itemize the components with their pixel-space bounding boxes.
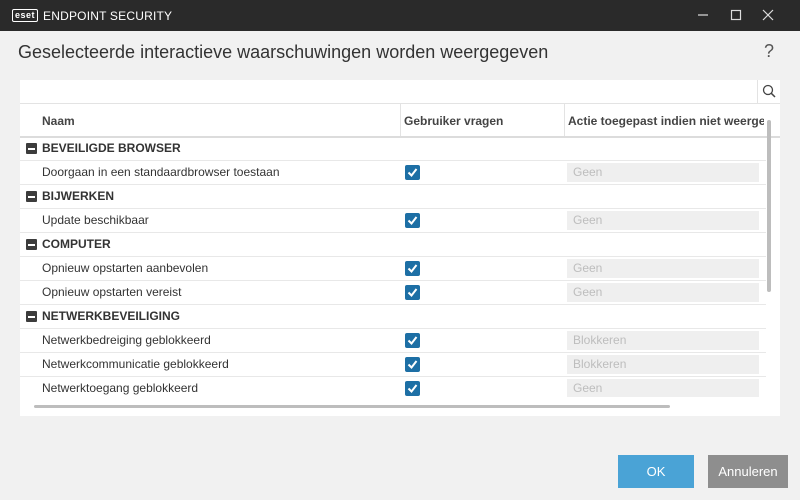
ask-user-checkbox[interactable] xyxy=(405,381,420,396)
search-input[interactable] xyxy=(20,80,780,104)
search-icon[interactable] xyxy=(757,80,780,103)
help-icon[interactable]: ? xyxy=(764,41,774,62)
table-header: Naam Gebruiker vragen Actie toegepast in… xyxy=(20,104,780,138)
table-row: Doorgaan in een standaardbrowser toestaa… xyxy=(20,161,766,185)
horizontal-scrollbar[interactable] xyxy=(34,405,670,408)
ask-user-checkbox[interactable] xyxy=(405,357,420,372)
title-bar: eset ENDPOINT SECURITY xyxy=(0,0,800,31)
action-dropdown[interactable]: Blokkeren xyxy=(567,331,759,350)
action-dropdown[interactable]: Geen xyxy=(567,379,759,397)
close-icon[interactable] xyxy=(756,4,780,28)
alert-name: Opnieuw opstarten aanbevolen xyxy=(42,261,209,275)
group-row[interactable]: BIJWERKEN xyxy=(20,185,766,209)
action-dropdown[interactable]: Geen xyxy=(567,211,759,230)
cancel-button[interactable]: Annuleren xyxy=(708,455,788,488)
table-body: BEVEILIGDE BROWSER Doorgaan in een stand… xyxy=(20,137,766,397)
group-label: BIJWERKEN xyxy=(42,189,115,203)
group-label: BEVEILIGDE BROWSER xyxy=(42,141,181,155)
action-dropdown[interactable]: Geen xyxy=(567,163,759,182)
group-row[interactable]: NETWERKBEVEILIGING xyxy=(20,305,766,329)
ok-button[interactable]: OK xyxy=(618,455,694,488)
table-row: Update beschikbaar Geen xyxy=(20,209,766,233)
ask-user-checkbox[interactable] xyxy=(405,165,420,180)
maximize-icon[interactable] xyxy=(724,4,748,28)
table-row: Opnieuw opstarten aanbevolen Geen xyxy=(20,257,766,281)
alert-name: Netwerktoegang geblokkeerd xyxy=(42,381,199,395)
table-row: Netwerkbedreiging geblokkeerd Blokkeren xyxy=(20,329,766,353)
ask-user-checkbox[interactable] xyxy=(405,285,420,300)
ask-user-checkbox[interactable] xyxy=(405,213,420,228)
column-header-action[interactable]: Actie toegepast indien niet weergegeven xyxy=(564,104,764,136)
alert-name: Opnieuw opstarten vereist xyxy=(42,285,182,299)
ask-user-checkbox[interactable] xyxy=(405,333,420,348)
vertical-scrollbar[interactable] xyxy=(767,120,771,292)
group-row[interactable]: COMPUTER xyxy=(20,233,766,257)
dialog-heading: Geselecteerde interactieve waarschuwinge… xyxy=(18,42,549,62)
ask-user-checkbox[interactable] xyxy=(405,261,420,276)
group-label: COMPUTER xyxy=(42,237,111,251)
alert-name: Doorgaan in een standaardbrowser toestaa… xyxy=(42,165,280,179)
app-title: ENDPOINT SECURITY xyxy=(43,8,173,23)
logo-brand: eset xyxy=(12,9,39,22)
alerts-table-panel: Naam Gebruiker vragen Actie toegepast in… xyxy=(20,80,780,416)
collapse-icon[interactable] xyxy=(26,311,37,322)
table-row: Netwerktoegang geblokkeerd Geen xyxy=(20,377,766,397)
column-header-ask-user[interactable]: Gebruiker vragen xyxy=(400,104,566,136)
action-dropdown[interactable]: Blokkeren xyxy=(567,355,759,374)
column-header-name[interactable]: Naam xyxy=(42,104,397,136)
alert-name: Update beschikbaar xyxy=(42,213,149,227)
table-row: Netwerkcommunicatie geblokkeerd Blokkere… xyxy=(20,353,766,377)
alert-name: Netwerkbedreiging geblokkeerd xyxy=(42,333,211,347)
group-label: NETWERKBEVEILIGING xyxy=(42,309,181,323)
action-dropdown[interactable]: Geen xyxy=(567,259,759,278)
table-row: Opnieuw opstarten vereist Geen xyxy=(20,281,766,305)
alert-name: Netwerkcommunicatie geblokkeerd xyxy=(42,357,229,371)
action-dropdown[interactable]: Geen xyxy=(567,283,759,302)
minimize-icon[interactable] xyxy=(691,4,715,28)
eset-logo: eset ENDPOINT SECURITY xyxy=(12,8,172,23)
collapse-icon[interactable] xyxy=(26,143,37,154)
collapse-icon[interactable] xyxy=(26,191,37,202)
collapse-icon[interactable] xyxy=(26,239,37,250)
group-row[interactable]: BEVEILIGDE BROWSER xyxy=(20,137,766,161)
